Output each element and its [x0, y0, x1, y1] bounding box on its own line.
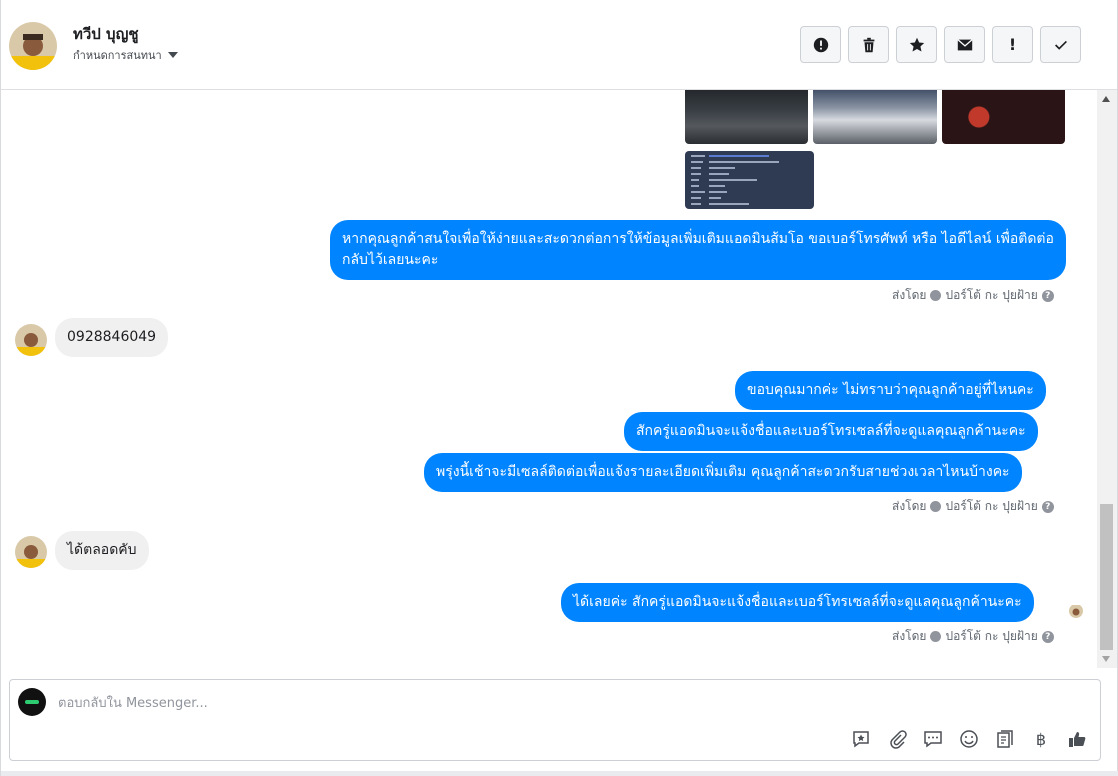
agent-avatar-icon — [930, 501, 942, 512]
delete-button[interactable] — [848, 26, 889, 63]
car-interior-photo[interactable] — [685, 90, 808, 144]
reply-composer: ฿ — [9, 679, 1101, 761]
help-icon[interactable]: ? — [1041, 500, 1054, 513]
incoming-message[interactable]: ได้ตลอดคับ — [55, 531, 149, 570]
emoji-icon[interactable] — [958, 728, 980, 750]
follow-up-button[interactable]: ! — [992, 26, 1033, 63]
outgoing-message[interactable]: ขอบคุณมากค่ะ ไม่ทราบว่าคุณลูกค้าอยู่ที่ไ… — [735, 371, 1046, 410]
chat-bubble-icon[interactable] — [922, 728, 944, 750]
header-actions: ! — [800, 26, 1081, 63]
incoming-message[interactable]: 0928846049 — [55, 318, 169, 357]
attachment-icon[interactable] — [886, 728, 908, 750]
help-icon[interactable]: ? — [1041, 289, 1054, 302]
message-list[interactable]: หากคุณลูกค้าสนใจเพื่อให้ง่ายและสะดวกต่อก… — [1, 90, 1097, 668]
car-engine-photo[interactable] — [813, 90, 937, 144]
envelope-icon — [956, 38, 973, 50]
sent-by-info: ส่งโดย ปอร์โต้ กะ ปุยฝ้าย ? — [892, 497, 1054, 516]
contact-avatar[interactable] — [9, 22, 57, 70]
outgoing-message[interactable]: สักครู่แอดมินจะแจ้งชื่อและเบอร์โทรเซลล์ท… — [624, 412, 1038, 451]
outgoing-message[interactable]: พรุ่งนี้เช้าจะมีเซลล์ติดต่อเพื่อแจ้งรายล… — [424, 453, 1022, 492]
alert-circle-icon — [813, 37, 828, 52]
help-icon[interactable]: ? — [1041, 630, 1054, 643]
assign-conversation-label: กำหนดการสนทนา — [73, 49, 162, 62]
outgoing-message[interactable]: หากคุณลูกค้าสนใจเพื่อให้ง่ายและสะดวกต่อก… — [330, 220, 1066, 280]
contact-avatar-small[interactable] — [15, 536, 47, 568]
saved-reply-icon[interactable] — [850, 728, 872, 750]
conversation-header: ทวีป บุญชู กำหนดการสนทนา ! — [1, 0, 1117, 90]
sent-by-info: ส่งโดย ปอร์โต้ กะ ปุยฝ้าย ? — [892, 627, 1054, 646]
like-icon[interactable] — [1066, 728, 1088, 750]
caret-down-icon — [167, 52, 178, 58]
exclamation-icon: ! — [1008, 35, 1017, 54]
car-dashboard-photo[interactable] — [942, 90, 1065, 144]
seen-indicator-avatar — [1069, 604, 1083, 618]
composer-toolbar: ฿ — [850, 728, 1088, 750]
receipt-icon[interactable] — [994, 728, 1016, 750]
sent-by-prefix: ส่งโดย — [892, 629, 927, 643]
reply-input[interactable] — [58, 692, 758, 714]
scroll-up-arrow-icon[interactable] — [1102, 96, 1110, 102]
sent-by-agent[interactable]: ปอร์โต้ กะ ปุยฝ้าย — [945, 627, 1037, 646]
sent-by-info: ส่งโดย ปอร์โต้ กะ ปุยฝ้าย ? — [892, 286, 1054, 305]
report-spam-button[interactable] — [800, 26, 841, 63]
conversation-scrollbar[interactable] — [1097, 90, 1117, 668]
mark-done-button[interactable] — [1040, 26, 1081, 63]
sent-by-prefix: ส่งโดย — [892, 288, 927, 302]
agent-avatar-icon — [930, 290, 942, 301]
page-logo-avatar — [18, 688, 46, 716]
outgoing-message[interactable]: ได้เลยค่ะ สักครู่แอดมินจะแจ้งชื่อและเบอร… — [561, 583, 1034, 622]
contact-avatar-small[interactable] — [15, 324, 47, 356]
star-icon — [909, 37, 924, 51]
check-icon — [1054, 40, 1067, 50]
sent-by-agent[interactable]: ปอร์โต้ กะ ปุยฝ้าย — [945, 497, 1037, 516]
scroll-down-arrow-icon[interactable] — [1102, 656, 1110, 662]
window-bottom-edge — [1, 771, 1118, 776]
sent-by-prefix: ส่งโดย — [892, 499, 927, 513]
assign-conversation-dropdown[interactable]: กำหนดการสนทนา — [73, 46, 178, 64]
baht-icon[interactable]: ฿ — [1030, 728, 1052, 750]
star-button[interactable] — [896, 26, 937, 63]
sent-by-agent[interactable]: ปอร์โต้ กะ ปุยฝ้าย — [945, 286, 1037, 305]
car-spec-sheet-photo[interactable] — [685, 151, 814, 209]
scrollbar-thumb[interactable] — [1100, 504, 1113, 650]
contact-name[interactable]: ทวีป บุญชู — [73, 22, 139, 46]
trash-icon — [863, 37, 874, 52]
agent-avatar-icon — [930, 631, 942, 642]
inbox-conversation-panel: ทวีป บุญชู กำหนดการสนทนา ! หากคุณลูกค้าส… — [0, 0, 1118, 776]
mark-unread-button[interactable] — [944, 26, 985, 63]
